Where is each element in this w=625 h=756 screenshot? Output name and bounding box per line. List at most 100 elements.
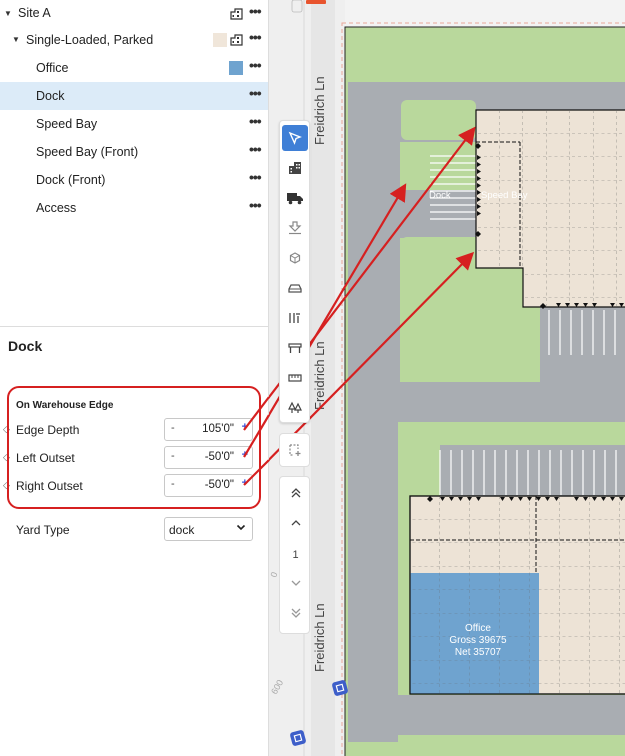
add-area-button[interactable] (282, 437, 308, 463)
car-tool-button[interactable] (282, 275, 308, 301)
office-label: Office (465, 623, 491, 634)
caret-down-icon[interactable]: ▼ (12, 35, 22, 45)
tree-site-label: Site A (18, 6, 51, 20)
more-options-icon[interactable]: ••• (249, 198, 263, 214)
right-outset-label: Right Outset (16, 479, 83, 493)
building-tool-button[interactable] (282, 155, 308, 181)
last-page-button[interactable] (280, 607, 311, 622)
tree-site-row[interactable]: ▼ Site A ••• (0, 0, 268, 28)
floor-pager: 1 (279, 476, 310, 634)
drag-handle-icon[interactable]: ◇ (3, 424, 10, 435)
properties-panel: Dock On Warehouse Edge ◇ Edge Depth - 10… (0, 326, 268, 756)
building-color-swatch[interactable] (213, 33, 227, 47)
truck-icon (287, 193, 303, 205)
office-gross-label: Gross 39675 (449, 635, 507, 646)
building-icon (230, 34, 243, 46)
properties-title: Dock (8, 338, 43, 354)
increment-button[interactable]: + (242, 477, 248, 489)
parking-stalls-icon (289, 313, 300, 323)
more-options-icon[interactable]: ••• (249, 4, 263, 20)
map-toolbar-secondary (279, 433, 310, 467)
left-outset-field[interactable]: - -50'0" + (164, 446, 253, 469)
tree-building-label: Single-Loaded, Parked (26, 33, 154, 47)
yard-type-value: dock (169, 523, 195, 537)
drag-handle-icon[interactable]: ◇ (3, 480, 10, 491)
more-options-icon[interactable]: ••• (249, 142, 263, 158)
office-net-label: Net 35707 (455, 647, 502, 658)
tree-item-access[interactable]: Access ••• (0, 194, 268, 222)
tree-item-speed-bay[interactable]: Speed Bay ••• (0, 110, 268, 138)
measure-tool-button[interactable] (282, 365, 308, 391)
barrier-tool-button[interactable] (282, 335, 308, 361)
chevron-up-icon (291, 520, 300, 526)
caret-down-icon[interactable]: ▼ (4, 9, 14, 19)
street-label: Freidrich Ln (312, 76, 327, 145)
package-tool-button[interactable] (282, 245, 308, 271)
chevron-down-icon (291, 580, 300, 586)
increment-button[interactable]: + (242, 421, 248, 433)
tree-item-dock-front[interactable]: Dock (Front) ••• (0, 166, 268, 194)
site-map-canvas[interactable]: Dock Speed Bay Office Gross 39675 Net 35… (269, 0, 625, 756)
yard-type-select[interactable]: dock (164, 517, 253, 541)
left-outset-value[interactable]: -50'0" (205, 451, 234, 463)
more-options-icon[interactable]: ••• (249, 86, 263, 102)
drag-handle-icon[interactable]: ◇ (3, 452, 10, 463)
previous-page-button[interactable] (280, 517, 311, 532)
first-page-button[interactable] (280, 487, 311, 502)
double-chevron-down-icon (291, 608, 300, 618)
barrier-gate-icon (288, 343, 302, 353)
more-options-icon[interactable]: ••• (249, 114, 263, 130)
trees-icon (288, 401, 302, 413)
right-outset-value[interactable]: -50'0" (205, 479, 234, 491)
ruler-icon (288, 374, 302, 382)
edge-depth-value[interactable]: 105'0" (202, 423, 234, 435)
decrement-button[interactable]: - (171, 478, 175, 490)
double-chevron-up-icon (291, 488, 300, 498)
increment-button[interactable]: + (242, 449, 248, 461)
tree-item-label: Speed Bay (36, 117, 98, 131)
box-icon (289, 252, 301, 264)
map-speed-bay-label: Speed Bay (481, 190, 528, 201)
right-outset-field[interactable]: - -50'0" + (164, 474, 253, 497)
left-panel: ▼ Site A ••• ▼ Single-Loaded, Parked •••… (0, 0, 269, 756)
tree-item-label: Dock (36, 89, 65, 103)
office-color-swatch[interactable] (229, 61, 243, 75)
left-outset-label: Left Outset (16, 451, 75, 465)
building-icon (230, 8, 243, 20)
street-label: Freidrich Ln (312, 603, 327, 672)
more-options-icon[interactable]: ••• (249, 58, 263, 74)
tree-item-label: Dock (Front) (36, 173, 106, 187)
truck-tool-button[interactable] (282, 185, 308, 211)
parking-tool-button[interactable] (282, 305, 308, 331)
edge-depth-label: Edge Depth (16, 423, 80, 437)
trees-tool-button[interactable] (282, 395, 308, 421)
building-icon (289, 162, 301, 174)
add-shape-icon (289, 444, 301, 456)
car-icon (288, 284, 302, 293)
yard-type-label: Yard Type (16, 523, 70, 537)
tree-item-office[interactable]: Office ••• (0, 54, 268, 82)
loading-dock-icon (288, 221, 302, 235)
cursor-arrow-icon (288, 131, 302, 145)
tree-item-dock[interactable]: Dock ••• (0, 82, 268, 110)
map-toolbar (279, 120, 310, 423)
tree-item-label: Access (36, 201, 77, 215)
more-options-icon[interactable]: ••• (249, 170, 263, 186)
tree-building-row[interactable]: ▼ Single-Loaded, Parked ••• (0, 26, 268, 54)
edge-depth-field[interactable]: - 105'0" + (164, 418, 253, 441)
decrement-button[interactable]: - (171, 422, 175, 434)
section-title: On Warehouse Edge (16, 400, 114, 411)
more-options-icon[interactable]: ••• (249, 30, 263, 46)
decrement-button[interactable]: - (171, 450, 175, 462)
site-map-svg[interactable]: Dock Speed Bay Office Gross 39675 Net 35… (269, 0, 625, 756)
tree-item-label: Speed Bay (Front) (36, 145, 139, 159)
tree-item-speed-bay-front[interactable]: Speed Bay (Front) ••• (0, 138, 268, 166)
chevron-down-icon (236, 524, 246, 531)
tree-item-label: Office (36, 61, 69, 75)
current-page-number: 1 (292, 549, 299, 561)
dock-tool-button[interactable] (282, 215, 308, 241)
next-page-button[interactable] (280, 577, 311, 592)
select-tool-button[interactable] (282, 125, 308, 151)
map-dock-label: Dock (429, 190, 451, 201)
street-label: Freidrich Ln (312, 341, 327, 410)
